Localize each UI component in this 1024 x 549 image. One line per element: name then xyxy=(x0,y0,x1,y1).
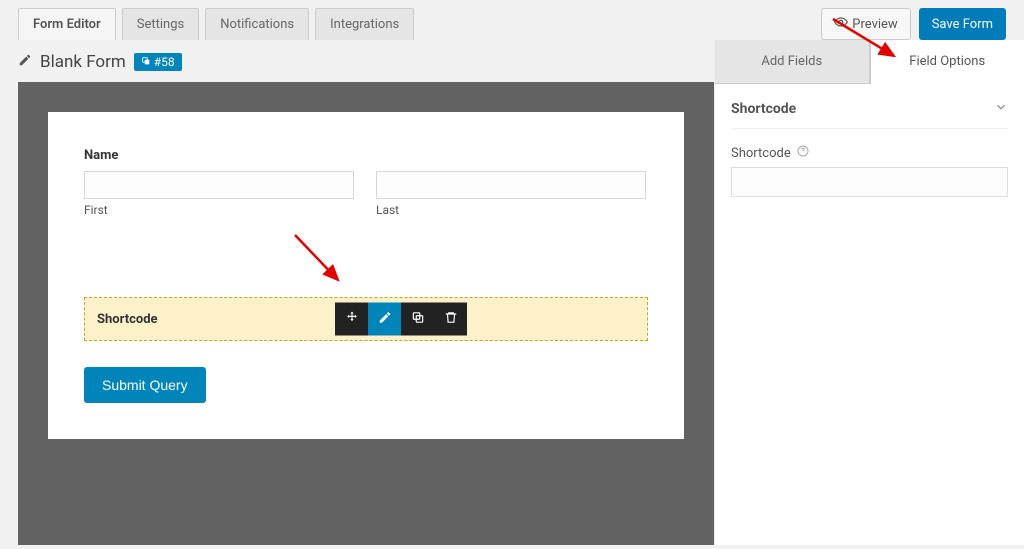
trash-icon xyxy=(444,310,458,328)
form-title: Blank Form xyxy=(40,52,126,72)
pencil-icon[interactable] xyxy=(18,53,32,71)
move-icon xyxy=(345,310,359,328)
shortcode-input-label: Shortcode xyxy=(731,146,791,161)
panel-header[interactable]: Shortcode xyxy=(731,100,1008,129)
submit-button[interactable]: Submit Query xyxy=(84,367,206,403)
preview-label: Preview xyxy=(852,17,897,32)
shortcode-input-group: Shortcode xyxy=(731,145,1008,197)
tab-field-options[interactable]: Field Options xyxy=(870,40,1024,84)
preview-button[interactable]: Preview xyxy=(821,8,910,40)
last-name-column: Last xyxy=(376,171,646,217)
spacer xyxy=(84,237,648,297)
top-actions: Preview Save Form xyxy=(821,8,1006,40)
sidebar: Add Fields Field Options Shortcode Short… xyxy=(714,40,1024,545)
shortcode-input[interactable] xyxy=(731,167,1008,197)
form-title-row: Blank Form #58 xyxy=(18,40,714,82)
top-bar: Form Editor Settings Notifications Integ… xyxy=(0,0,1024,40)
duplicate-icon xyxy=(411,310,425,328)
shortcode-field-block[interactable]: Shortcode xyxy=(84,297,648,341)
last-name-input[interactable] xyxy=(376,171,646,199)
name-field-label: Name xyxy=(84,148,648,163)
main-tabs: Form Editor Settings Notifications Integ… xyxy=(18,8,414,40)
last-name-sublabel: Last xyxy=(376,203,646,217)
save-label: Save Form xyxy=(932,17,993,32)
field-action-group xyxy=(335,303,467,336)
form-canvas[interactable]: Name First Last Shor xyxy=(48,112,684,439)
tab-integrations[interactable]: Integrations xyxy=(315,8,414,40)
shortcode-field-label: Shortcode xyxy=(97,312,158,327)
save-form-button[interactable]: Save Form xyxy=(919,8,1006,40)
eye-icon xyxy=(834,15,848,33)
field-options-panel: Shortcode Shortcode xyxy=(715,84,1024,213)
delete-button[interactable] xyxy=(434,303,467,336)
chevron-down-icon xyxy=(994,100,1008,118)
form-id-text: #58 xyxy=(154,55,175,69)
sidebar-tabs: Add Fields Field Options xyxy=(715,40,1024,84)
first-name-column: First xyxy=(84,171,354,217)
name-inputs: First Last xyxy=(84,171,648,217)
first-name-input[interactable] xyxy=(84,171,354,199)
move-button[interactable] xyxy=(335,303,368,336)
tab-add-fields[interactable]: Add Fields xyxy=(715,40,870,84)
tab-notifications[interactable]: Notifications xyxy=(205,8,309,40)
panel-title: Shortcode xyxy=(731,101,796,117)
help-icon[interactable] xyxy=(797,145,809,161)
form-id-badge[interactable]: #58 xyxy=(134,53,182,71)
copy-icon xyxy=(141,55,151,69)
editor-column: Blank Form #58 Name First xyxy=(0,40,714,545)
main-area: Blank Form #58 Name First xyxy=(0,40,1024,545)
canvas-wrap: Name First Last Shor xyxy=(18,82,714,545)
name-field-block[interactable]: Name First Last xyxy=(84,148,648,217)
edit-button[interactable] xyxy=(368,303,401,336)
duplicate-button[interactable] xyxy=(401,303,434,336)
shortcode-input-label-row: Shortcode xyxy=(731,145,1008,161)
tab-settings[interactable]: Settings xyxy=(122,8,199,40)
first-name-sublabel: First xyxy=(84,203,354,217)
pencil-icon xyxy=(378,310,392,328)
tab-form-editor[interactable]: Form Editor xyxy=(18,8,116,40)
